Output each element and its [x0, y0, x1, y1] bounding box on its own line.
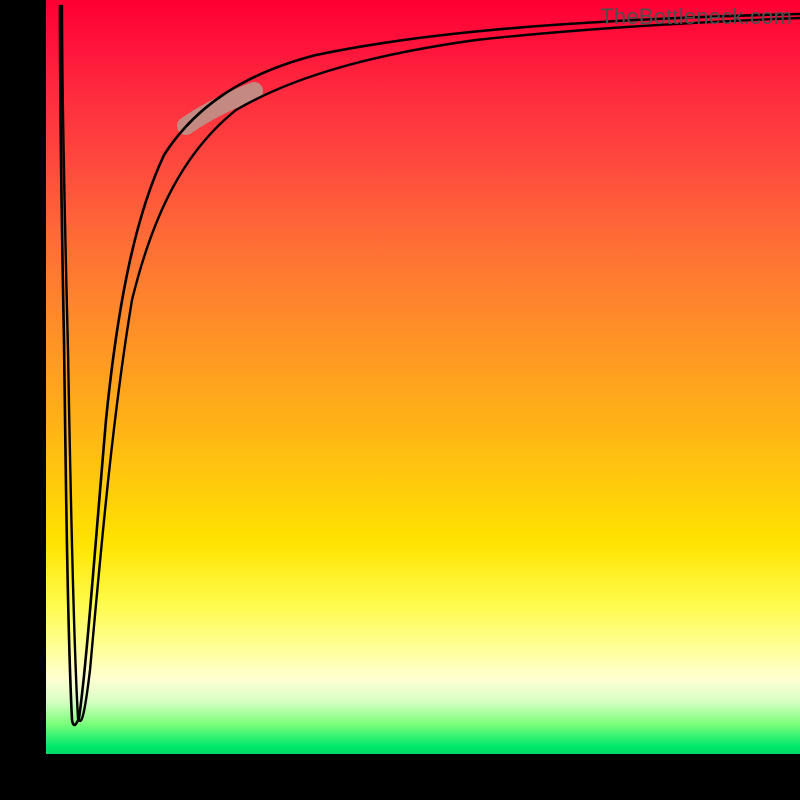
curve-highlight	[186, 91, 254, 126]
chart-stage: TheBottleneck.com	[0, 0, 800, 800]
axis-bottom-frame	[0, 754, 800, 800]
curve-outer	[60, 6, 800, 725]
plot-area: TheBottleneck.com	[46, 0, 800, 754]
curve-inner	[62, 6, 800, 721]
curve-layer	[46, 0, 800, 754]
axis-left-frame	[0, 0, 46, 800]
watermark-text: TheBottleneck.com	[600, 4, 792, 30]
